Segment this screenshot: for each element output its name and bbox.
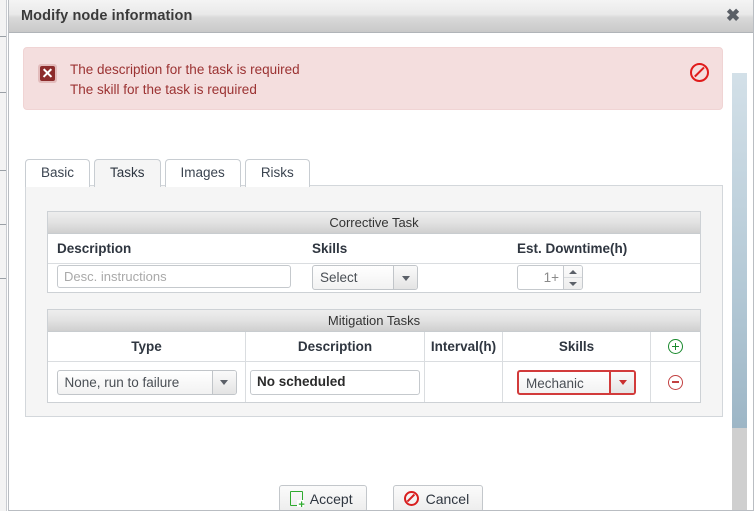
corrective-task-title: Corrective Task: [48, 212, 700, 234]
error-x-icon: [38, 64, 57, 83]
cancel-button[interactable]: Cancel: [392, 485, 484, 510]
column-header-skills: Skills: [312, 241, 348, 256]
est-downtime-value[interactable]: 1+: [518, 266, 563, 289]
document-add-icon: [289, 491, 305, 510]
no-entry-icon: [690, 63, 709, 82]
column-header-actions: [651, 332, 700, 361]
accept-button-label: Accept: [309, 490, 353, 507]
error-message: The description for the task is required: [70, 62, 300, 77]
mitigation-interval-cell: [425, 362, 503, 402]
est-downtime-stepper[interactable]: 1+: [517, 265, 583, 290]
cancel-button-label: Cancel: [425, 490, 470, 507]
mitigation-skill-value: Mechanic: [526, 375, 584, 391]
scrollbar-thumb[interactable]: [732, 73, 747, 428]
chevron-down-icon[interactable]: [211, 370, 236, 394]
dialog-title: Modify node information: [21, 8, 193, 24]
corrective-task-section: Corrective Task Description Skills Est. …: [47, 211, 701, 293]
corrective-description-input[interactable]: [57, 265, 291, 288]
corrective-task-header-row: Description Skills Est. Downtime(h): [48, 234, 700, 264]
chevron-down-icon[interactable]: [393, 266, 417, 289]
mitigation-type-select[interactable]: None, run to failure: [56, 369, 237, 395]
mitigation-skill-cell: Mechanic: [503, 362, 651, 402]
mitigation-type-value: None, run to failure: [64, 374, 180, 390]
mitigation-tasks-header-row: Type Description Interval(h) Skills: [48, 332, 700, 362]
tab-risks[interactable]: Risks: [244, 159, 310, 187]
tab-tasks[interactable]: Tasks: [94, 159, 161, 187]
corrective-skills-cell: Select: [303, 264, 508, 293]
tab-bar: Basic Tasks Images Risks: [25, 157, 314, 187]
ban-icon: [403, 491, 419, 506]
error-message: The skill for the task is required: [70, 82, 257, 97]
column-header-type: Type: [48, 332, 246, 361]
chevron-down-icon[interactable]: [609, 371, 634, 393]
remove-circle-icon[interactable]: [668, 374, 683, 390]
mitigation-row-actions-cell: [651, 362, 700, 402]
column-header-description: Description: [246, 332, 425, 361]
dialog-footer: Accept Cancel: [9, 485, 753, 510]
corrective-task-row: Select 1+: [48, 264, 700, 293]
column-header-est-downtime: Est. Downtime(h): [517, 241, 628, 256]
mitigation-tasks-title: Mitigation Tasks: [48, 310, 700, 332]
dialog-body: The description for the task is required…: [9, 33, 753, 510]
dialog-titlebar: Modify node information ✖: [9, 0, 753, 33]
stepper-arrows: [563, 266, 582, 289]
corrective-skills-select[interactable]: Select: [312, 265, 418, 290]
tab-images[interactable]: Images: [164, 159, 241, 187]
validation-error-banner: The description for the task is required…: [23, 47, 723, 110]
vertical-scrollbar[interactable]: [732, 73, 747, 510]
mitigation-type-cell: None, run to failure: [48, 362, 246, 402]
accept-button[interactable]: Accept: [278, 485, 367, 510]
stepper-up-icon[interactable]: [564, 266, 582, 277]
mitigation-tasks-section: Mitigation Tasks Type Description Interv…: [47, 309, 701, 403]
modify-node-dialog: Modify node information ✖ The descriptio…: [8, 0, 754, 511]
validation-error-messages: The description for the task is required…: [70, 60, 300, 100]
mitigation-description-value: No scheduled: [257, 373, 346, 389]
column-header-description: Description: [57, 241, 132, 256]
stepper-down-icon[interactable]: [564, 277, 582, 289]
corrective-skills-value: Select: [320, 270, 358, 285]
corrective-description-cell: [48, 264, 303, 293]
background-page-sliver: [0, 0, 7, 511]
close-icon[interactable]: ✖: [723, 6, 743, 26]
table-row: None, run to failure No scheduled Mechan…: [48, 362, 700, 402]
add-circle-icon[interactable]: [668, 339, 683, 354]
corrective-downtime-cell: 1+: [508, 264, 700, 293]
tab-basic[interactable]: Basic: [25, 159, 91, 187]
column-header-skills: Skills: [503, 332, 651, 361]
mitigation-description-cell: No scheduled: [246, 362, 425, 402]
mitigation-description-textarea[interactable]: No scheduled: [250, 369, 420, 395]
column-header-interval: Interval(h): [425, 332, 503, 361]
mitigation-skill-select[interactable]: Mechanic: [517, 369, 636, 395]
